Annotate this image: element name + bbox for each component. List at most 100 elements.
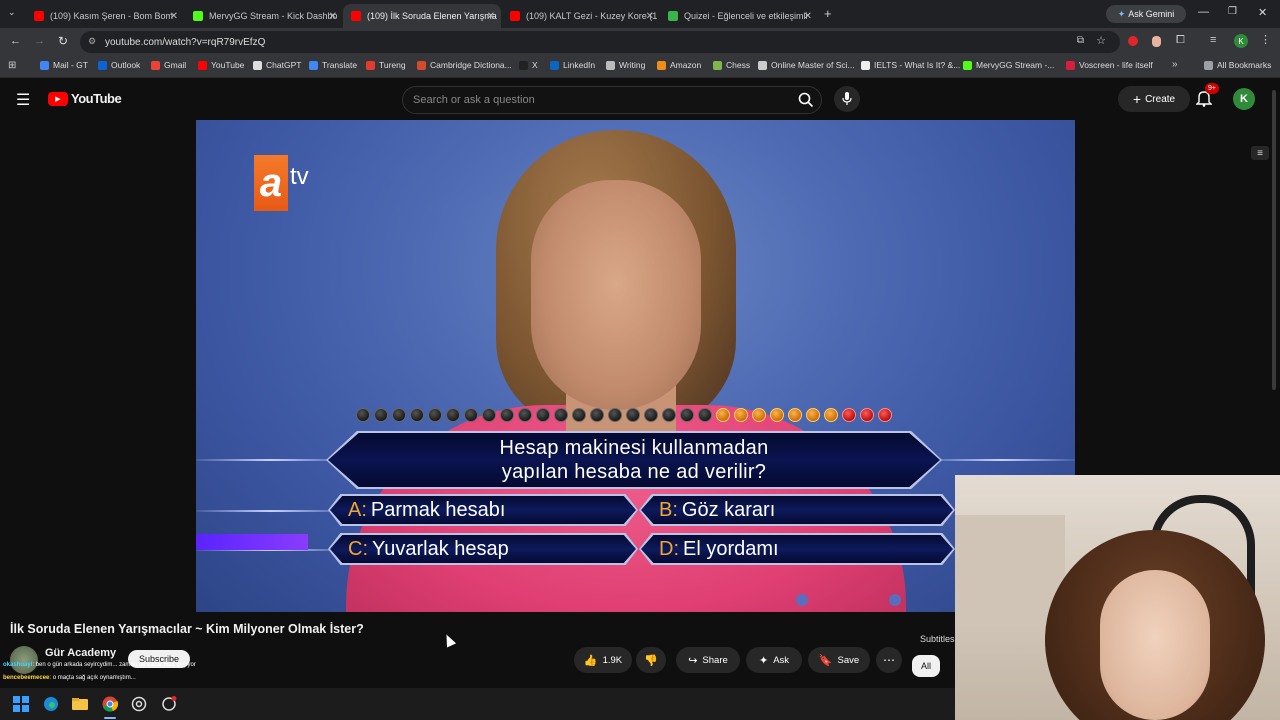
ladder-dot	[482, 408, 496, 422]
search-button[interactable]	[790, 86, 822, 114]
tab-1[interactable]: (109) Kasım Şeren - Bom Bom ✕	[26, 4, 184, 28]
save-button[interactable]: 🔖 Save	[808, 647, 870, 673]
recording-app-icon[interactable]	[161, 696, 177, 712]
bookmark-item[interactable]: Gmail	[151, 60, 186, 70]
notifications-button[interactable]: 9+	[1195, 83, 1219, 109]
tureng-icon	[366, 60, 375, 70]
answer-b: B: Göz kararı	[641, 496, 953, 524]
chapters-list-icon[interactable]: ≡	[1251, 146, 1269, 160]
back-arrow-icon[interactable]: ←	[10, 35, 21, 47]
os-taskbar	[0, 688, 955, 720]
channel-avatar[interactable]	[10, 646, 38, 674]
site-info-icon[interactable]: ⚙	[88, 36, 96, 47]
close-tab-icon[interactable]: ✕	[804, 11, 812, 22]
chat-text: : o maçta sağ açık oynamıştım...	[49, 675, 136, 681]
mail-icon	[40, 60, 49, 70]
forward-arrow-icon[interactable]: →	[34, 35, 45, 47]
media-control-icon[interactable]: ≡	[1210, 34, 1216, 46]
search-input[interactable]: Search or ask a question	[402, 86, 822, 114]
profile-avatar[interactable]: K	[1234, 34, 1248, 48]
scrollbar-thumb[interactable]	[1272, 90, 1276, 390]
close-tab-icon[interactable]: ✕	[170, 11, 178, 22]
ask-button[interactable]: ✦ Ask	[746, 647, 802, 673]
chatgpt-app-icon[interactable]	[131, 696, 147, 712]
bookmark-item[interactable]: Cambridge Dictiona...	[417, 60, 512, 70]
create-button[interactable]: + Create	[1118, 86, 1190, 112]
address-toolbar: ← → ↻ ⚙ youtube.com/watch?v=rqR79rvEfzQ …	[0, 28, 1280, 56]
file-explorer-icon[interactable]	[72, 696, 88, 712]
bookmark-item[interactable]: Voscreen - life itself	[1066, 60, 1153, 70]
bookmark-label: Mail - GT	[53, 60, 88, 70]
atv-logo: a tv	[254, 153, 326, 213]
bookmark-item[interactable]: X	[519, 60, 538, 70]
bookmark-item[interactable]: Online Master of Sci...	[758, 60, 855, 70]
close-tab-icon[interactable]: ✕	[329, 11, 337, 22]
bookmark-item[interactable]: ChatGPT	[253, 60, 301, 70]
video-player[interactable]: a tv Hesap makinesi kullanmadan yapılan …	[196, 120, 1075, 612]
ask-gemini-button[interactable]: ✦ Ask Gemini	[1106, 5, 1186, 23]
bookmark-item[interactable]: IELTS - What Is It? &...	[861, 60, 960, 70]
restore-window-icon[interactable]: ❐	[1228, 6, 1237, 17]
ladder-dot	[356, 408, 370, 422]
stage-light-bar	[196, 534, 308, 550]
mouse-cursor-icon	[441, 632, 457, 648]
answer-letter: B:	[659, 498, 678, 521]
browser-menu-icon[interactable]: ⋮	[1260, 33, 1271, 46]
bookmark-item[interactable]: Translate	[309, 60, 357, 70]
close-tab-icon[interactable]: ✕	[646, 11, 654, 22]
more-horizontal-icon: ⋯	[883, 653, 895, 667]
bookmark-item[interactable]: Chess	[713, 60, 750, 70]
tab-active[interactable]: (109) İlk Soruda Elenen Yarışma ✕	[343, 4, 501, 28]
apps-grid-icon[interactable]: ⊞	[8, 60, 16, 71]
x-icon	[519, 60, 528, 70]
bookmark-item[interactable]: Amazon	[657, 60, 701, 70]
bookmark-star-icon[interactable]: ☆	[1096, 34, 1106, 47]
close-window-icon[interactable]: ✕	[1258, 6, 1267, 19]
bookmark-item[interactable]: YouTube	[198, 60, 244, 70]
minimize-window-icon[interactable]: —	[1198, 6, 1209, 18]
youtube-logo[interactable]: ▶ YouTube	[48, 91, 122, 106]
new-tab-plus-icon[interactable]: +	[824, 6, 832, 21]
ladder-dot	[734, 408, 748, 422]
bookmarks-overflow-icon[interactable]: »	[1172, 59, 1178, 70]
bookmark-item[interactable]: LinkedIn	[550, 60, 595, 70]
search-placeholder: Search or ask a question	[413, 94, 535, 106]
bookmark-item[interactable]: Tureng	[366, 60, 406, 70]
tab-5[interactable]: Quizei - Eğlenceli ve etkileşimli ✕	[660, 4, 818, 28]
subtitles-label[interactable]: Subtitles	[920, 634, 955, 644]
extension-lightbulb-icon[interactable]	[1152, 36, 1161, 47]
bookmark-item[interactable]: MervyGG Stream -...	[963, 60, 1054, 70]
reload-icon[interactable]: ↻	[58, 34, 68, 48]
extensions-puzzle-icon[interactable]: ⧠	[1176, 34, 1185, 47]
filter-chip-all[interactable]: All	[912, 655, 940, 677]
close-tab-icon[interactable]: ✕	[487, 11, 495, 22]
extension-red-icon[interactable]	[1128, 36, 1138, 46]
dislike-button[interactable]: 👎	[636, 647, 666, 673]
url-bar[interactable]: ⚙ youtube.com/watch?v=rqR79rvEfzQ ⧉ ☆	[80, 31, 1120, 53]
tab-list-chevron-icon[interactable]: ⌄	[8, 7, 16, 18]
windows-start-icon[interactable]	[13, 696, 29, 712]
microphone-icon	[842, 92, 852, 105]
answer-text: Parmak hesabı	[370, 498, 506, 521]
bookmarks-bar: ⊞ Mail - GT Outlook Gmail YouTube ChatGP…	[0, 56, 1280, 78]
voice-search-button[interactable]	[834, 86, 860, 112]
more-actions-button[interactable]: ⋯	[876, 647, 902, 673]
all-bookmarks-button[interactable]: All Bookmarks	[1204, 60, 1271, 70]
hamburger-menu-icon[interactable]: ☰	[16, 90, 30, 110]
install-app-icon[interactable]: ⧉	[1077, 35, 1084, 46]
bookmark-item[interactable]: Writing	[606, 60, 645, 70]
channel-name[interactable]: Gür Academy	[45, 647, 116, 659]
bookmark-item[interactable]: Outlook	[98, 60, 140, 70]
answer-letter: A:	[348, 498, 367, 521]
tab-4[interactable]: (109) KALT Gezi - Kuzey Kore (1 ✕	[502, 4, 660, 28]
answer-letter: C:	[348, 537, 368, 560]
account-avatar[interactable]: K	[1233, 88, 1255, 110]
bookmark-item[interactable]: Mail - GT	[40, 60, 88, 70]
like-button[interactable]: 👍 1.9K	[574, 647, 632, 673]
chrome-icon[interactable]	[102, 696, 118, 712]
edge-browser-icon[interactable]	[43, 696, 59, 712]
ladder-dot	[878, 408, 892, 422]
tab-2[interactable]: MervyGG Stream - Kick Dashbo ✕	[185, 4, 343, 28]
tab-label: (109) İlk Soruda Elenen Yarışma	[367, 11, 497, 21]
share-button[interactable]: ↪ Share	[676, 647, 740, 673]
